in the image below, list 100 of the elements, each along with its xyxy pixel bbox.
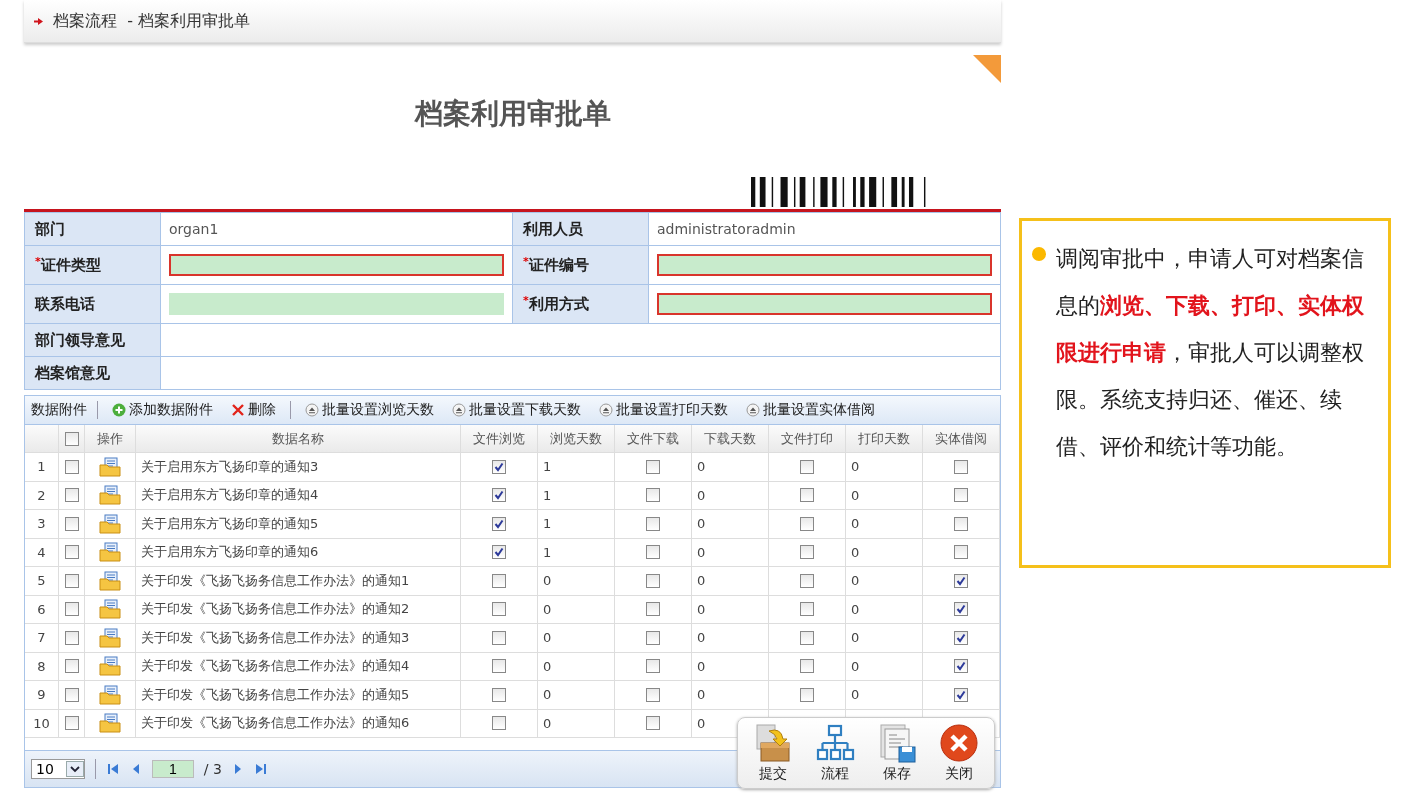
- table-cell: 关于印发《飞扬飞扬务信息工作办法》的通知1: [136, 567, 461, 595]
- folder-icon[interactable]: [99, 684, 121, 705]
- table-cell: 0: [846, 624, 923, 652]
- table-cell: 0: [692, 681, 769, 709]
- close-icon: [939, 723, 979, 763]
- checkbox[interactable]: [492, 545, 506, 560]
- table-cell: 1: [538, 481, 615, 509]
- checkbox[interactable]: [800, 573, 814, 588]
- checkbox[interactable]: [800, 488, 814, 503]
- checkbox[interactable]: [646, 659, 660, 674]
- field-label: 档案馆意见: [25, 357, 161, 389]
- checkbox[interactable]: [800, 516, 814, 531]
- eject-icon: [305, 403, 319, 417]
- checkbox[interactable]: [64, 516, 79, 531]
- field-label: 部门领导意见: [25, 324, 161, 356]
- checkbox[interactable]: [646, 602, 660, 617]
- checkbox[interactable]: [646, 630, 660, 645]
- table-cell: 0: [692, 481, 769, 509]
- folder-icon[interactable]: [99, 627, 121, 648]
- field-label: 利用人员: [512, 213, 649, 245]
- batch-button[interactable]: 批量设置下载天数: [448, 401, 585, 419]
- checkbox[interactable]: [492, 488, 506, 503]
- checkbox[interactable]: [64, 545, 79, 560]
- checkbox[interactable]: [492, 602, 506, 617]
- batch-button[interactable]: 批量设置实体借阅: [742, 401, 879, 419]
- checkbox[interactable]: [64, 716, 79, 731]
- folder-icon[interactable]: [99, 456, 121, 477]
- toolbar-label: 数据附件: [31, 401, 87, 419]
- checkbox[interactable]: [492, 516, 506, 531]
- checkbox[interactable]: [800, 459, 814, 474]
- folder-icon[interactable]: [99, 656, 121, 677]
- last-page-icon[interactable]: [253, 762, 268, 776]
- checkbox[interactable]: [64, 630, 79, 645]
- column-header: 文件浏览: [461, 425, 538, 452]
- checkbox[interactable]: [64, 687, 79, 702]
- checkbox[interactable]: [64, 488, 79, 503]
- flow-button[interactable]: 流程: [806, 721, 864, 785]
- field-value: administratoradmin: [656, 220, 797, 239]
- input-field[interactable]: [169, 254, 504, 276]
- table-cell: 0: [846, 595, 923, 623]
- checkbox[interactable]: [954, 573, 968, 588]
- checkbox[interactable]: [800, 630, 814, 645]
- checkbox[interactable]: [64, 602, 79, 617]
- checkbox[interactable]: [800, 659, 814, 674]
- checkbox[interactable]: [954, 545, 968, 560]
- folder-icon[interactable]: [99, 713, 121, 734]
- checkbox[interactable]: [492, 630, 506, 645]
- add-button[interactable]: 添加数据附件: [108, 401, 217, 419]
- checkbox[interactable]: [646, 488, 660, 503]
- checkbox[interactable]: [954, 459, 968, 474]
- row-number: 6: [25, 595, 59, 623]
- eject-icon: [452, 403, 466, 417]
- checkbox[interactable]: [646, 545, 660, 560]
- input-field[interactable]: [657, 293, 992, 315]
- checkbox[interactable]: [954, 659, 968, 674]
- checkbox[interactable]: [800, 687, 814, 702]
- folder-icon[interactable]: [99, 542, 121, 563]
- folder-icon[interactable]: [99, 570, 121, 591]
- checkbox[interactable]: [492, 659, 506, 674]
- checkbox[interactable]: [492, 716, 506, 731]
- row-number: 3: [25, 510, 59, 538]
- page-input[interactable]: 1: [151, 760, 194, 778]
- table-cell: 关于启用东方飞扬印章的通知3: [136, 453, 461, 481]
- checkbox[interactable]: [954, 687, 968, 702]
- first-page-icon[interactable]: [105, 762, 120, 776]
- input-field[interactable]: [657, 254, 992, 276]
- table-cell: 关于印发《飞扬飞扬务信息工作办法》的通知4: [136, 652, 461, 680]
- folder-icon[interactable]: [99, 485, 121, 506]
- close-button[interactable]: 关闭: [930, 721, 988, 785]
- field-label: 部门: [25, 213, 161, 245]
- close-icon: [231, 403, 245, 417]
- page-size-select[interactable]: 10: [31, 759, 85, 779]
- checkbox[interactable]: [954, 602, 968, 617]
- checkbox[interactable]: [64, 573, 79, 588]
- checkbox[interactable]: [954, 516, 968, 531]
- save-button[interactable]: 保存: [868, 721, 926, 785]
- batch-button[interactable]: 批量设置打印天数: [595, 401, 732, 419]
- checkbox[interactable]: [646, 516, 660, 531]
- checkbox[interactable]: [64, 431, 79, 446]
- checkbox[interactable]: [492, 687, 506, 702]
- folder-icon[interactable]: [99, 513, 121, 534]
- checkbox[interactable]: [492, 573, 506, 588]
- checkbox[interactable]: [800, 545, 814, 560]
- checkbox[interactable]: [800, 602, 814, 617]
- table-cell: 0: [846, 567, 923, 595]
- checkbox[interactable]: [954, 630, 968, 645]
- batch-button[interactable]: 批量设置浏览天数: [301, 401, 438, 419]
- field-label: 联系电话: [25, 285, 161, 323]
- table-cell: 0: [692, 624, 769, 652]
- delete-button[interactable]: 删除: [227, 401, 280, 419]
- column-header: 实体借阅: [923, 425, 1000, 452]
- checkbox[interactable]: [64, 659, 79, 674]
- checkbox[interactable]: [492, 459, 506, 474]
- checkbox[interactable]: [646, 716, 660, 731]
- checkbox[interactable]: [646, 459, 660, 474]
- checkbox[interactable]: [646, 573, 660, 588]
- checkbox[interactable]: [64, 459, 79, 474]
- checkbox[interactable]: [954, 488, 968, 503]
- folder-icon[interactable]: [99, 599, 121, 620]
- checkbox[interactable]: [646, 687, 660, 702]
